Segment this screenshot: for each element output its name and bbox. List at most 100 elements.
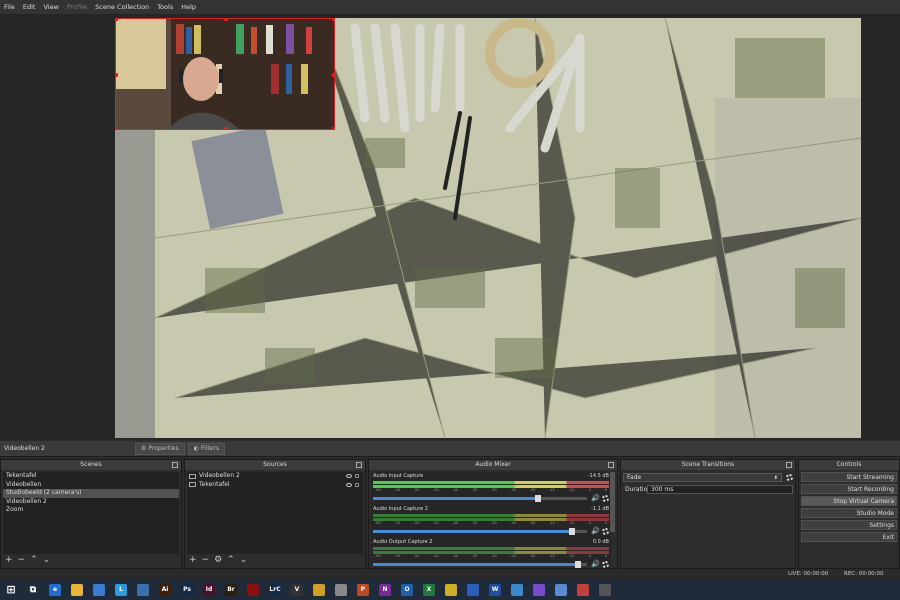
resize-handle-b[interactable]	[224, 127, 228, 129]
filters-button[interactable]: ◐ Filters	[187, 442, 225, 455]
channel-name: Audio Input Capture	[373, 473, 424, 479]
onenote-icon[interactable]: N	[379, 583, 391, 596]
studio-mode-button[interactable]: Studio Mode	[801, 508, 897, 518]
speaker-icon[interactable]: 🔊	[591, 560, 600, 568]
app-blue-icon[interactable]	[467, 583, 479, 596]
undock-icon[interactable]	[172, 462, 178, 468]
word-icon[interactable]: W	[489, 583, 501, 596]
move-down-icon[interactable]: ⌄	[240, 555, 248, 565]
menu-view[interactable]: View	[43, 3, 58, 11]
app-purple-icon[interactable]	[533, 583, 545, 596]
mail-icon[interactable]	[137, 583, 149, 596]
gear-icon: ⚙	[141, 445, 147, 452]
duration-spinbox[interactable]: 300 ms	[647, 484, 793, 494]
resize-handle-t[interactable]	[224, 19, 228, 21]
app-l-icon[interactable]: L	[115, 583, 127, 596]
gear-icon[interactable]	[602, 560, 609, 568]
windows-taskbar: ⊞ ⧉ e L Ai Ps Id Br LrC V P N O X W	[0, 579, 900, 600]
volume-meter	[373, 547, 609, 550]
undock-icon[interactable]	[608, 462, 614, 468]
resize-handle-br[interactable]	[332, 127, 334, 129]
remove-scene-button[interactable]: −	[18, 555, 26, 565]
lock-icon[interactable]	[355, 474, 359, 479]
add-source-button[interactable]: +	[189, 555, 197, 565]
undock-icon[interactable]	[786, 462, 792, 468]
controls-title: Controls	[799, 460, 899, 470]
move-up-icon[interactable]: ⌃	[30, 555, 38, 565]
volume-fader[interactable]	[373, 494, 587, 502]
menu-help[interactable]: Help	[181, 3, 196, 11]
webcam-source[interactable]	[115, 18, 335, 130]
excel-icon[interactable]: X	[423, 583, 435, 596]
visibility-eye-icon[interactable]	[346, 474, 352, 479]
resize-handle-tl[interactable]	[116, 19, 118, 21]
edge-icon[interactable]: e	[49, 583, 61, 596]
scene-item[interactable]: Videobellen	[3, 481, 179, 490]
channel-db: -1.1 dB	[591, 506, 609, 512]
mixer-scrollbar[interactable]	[610, 472, 615, 532]
store-icon[interactable]	[93, 583, 105, 596]
menu-scene-collection[interactable]: Scene Collection	[95, 3, 149, 11]
gear-icon[interactable]	[786, 473, 793, 481]
scene-item[interactable]: Zoom	[3, 506, 179, 515]
lightroom-icon[interactable]: LrC	[269, 583, 281, 596]
chrome-icon[interactable]	[313, 583, 325, 596]
menu-file[interactable]: File	[4, 3, 15, 11]
resize-handle-bl[interactable]	[116, 127, 118, 129]
acrobat-icon[interactable]	[247, 583, 259, 596]
app-red-icon[interactable]	[577, 583, 589, 596]
stop-virtual-camera-button[interactable]: Stop Virtual Camera	[801, 496, 897, 506]
resize-handle-r[interactable]	[332, 73, 334, 77]
source-settings-gear-icon[interactable]: ⚙	[214, 555, 222, 565]
resize-handle-l[interactable]	[116, 73, 118, 77]
bridge-icon[interactable]: Br	[225, 583, 237, 596]
resize-handle-tr[interactable]	[332, 19, 334, 21]
lock-icon[interactable]	[355, 482, 359, 487]
task-view-icon[interactable]: ⧉	[27, 583, 39, 596]
vectorworks-icon[interactable]: V	[291, 583, 303, 596]
app-pencil-icon[interactable]	[445, 583, 457, 596]
add-scene-button[interactable]: +	[5, 555, 13, 565]
start-recording-button[interactable]: Start Recording	[801, 484, 897, 494]
menu-profile[interactable]: Profile	[67, 3, 87, 11]
file-explorer-icon[interactable]	[71, 583, 83, 596]
move-up-icon[interactable]: ⌃	[227, 555, 235, 565]
cloud-icon[interactable]	[335, 583, 347, 596]
live-status: LIVE: 00:00:00	[788, 571, 829, 577]
scene-item[interactable]: Videobellen 2	[3, 498, 179, 507]
photoshop-icon[interactable]: Ps	[181, 583, 193, 596]
preview-area[interactable]	[0, 14, 900, 440]
settings-button[interactable]: Settings	[801, 520, 897, 530]
speaker-icon[interactable]: 🔊	[591, 494, 600, 502]
powerpoint-icon[interactable]: P	[357, 583, 369, 596]
menu-edit[interactable]: Edit	[23, 3, 36, 11]
volume-fader[interactable]	[373, 527, 587, 535]
start-streaming-button[interactable]: Start Streaming	[801, 472, 897, 482]
transition-select[interactable]: Fade ⬍	[623, 472, 782, 482]
indesign-icon[interactable]: Id	[203, 583, 215, 596]
volume-fader[interactable]	[373, 560, 587, 568]
obs-icon[interactable]	[599, 583, 611, 596]
source-item[interactable]: Videobellen 2	[187, 472, 363, 481]
app-circle-icon[interactable]	[511, 583, 523, 596]
scene-item[interactable]: Tekentafel	[3, 472, 179, 481]
photos-icon[interactable]	[555, 583, 567, 596]
speaker-icon[interactable]: 🔊	[591, 527, 600, 535]
windows-start-icon[interactable]: ⊞	[5, 583, 17, 596]
menu-tools[interactable]: Tools	[157, 3, 173, 11]
remove-source-button[interactable]: −	[202, 555, 210, 565]
scene-item-selected[interactable]: Studiobeeld (2 camera's)	[3, 489, 179, 498]
mixer-title: Audio Mixer	[369, 460, 617, 470]
preview-canvas[interactable]	[115, 18, 861, 438]
mixer-channel: Audio Output Capture 2 0.0 dB -60 -55 -50 -4…	[373, 539, 609, 572]
illustrator-icon[interactable]: Ai	[159, 583, 171, 596]
source-item[interactable]: Tekentafel	[187, 481, 363, 490]
undock-icon[interactable]	[356, 462, 362, 468]
outlook-icon[interactable]: O	[401, 583, 413, 596]
properties-button[interactable]: ⚙ Properties	[135, 442, 185, 455]
gear-icon[interactable]	[602, 494, 609, 502]
gear-icon[interactable]	[602, 527, 609, 535]
exit-button[interactable]: Exit	[801, 532, 897, 542]
move-down-icon[interactable]: ⌄	[43, 555, 51, 565]
visibility-eye-icon[interactable]	[346, 482, 352, 487]
